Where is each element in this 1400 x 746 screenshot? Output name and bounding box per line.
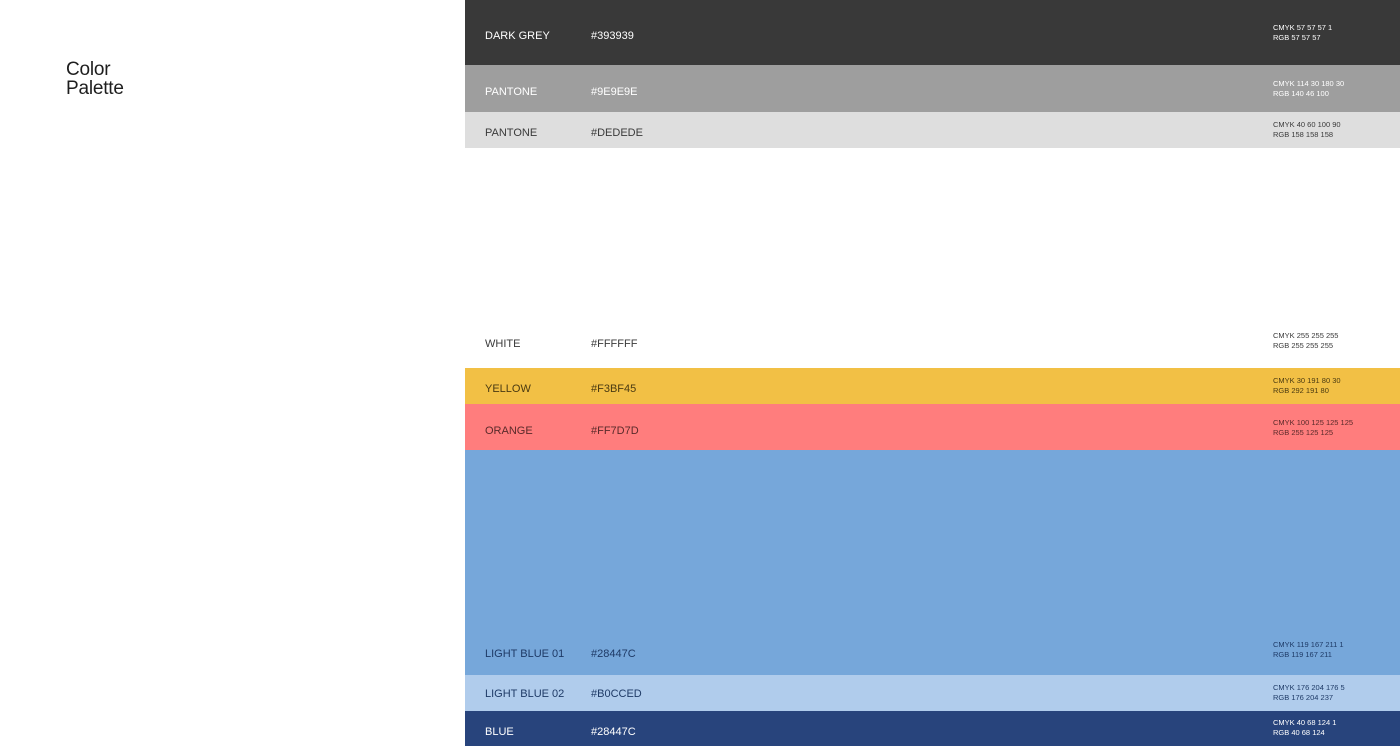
swatch-hex: #B0CCED [591, 688, 642, 700]
swatch-specs: CMYK 255 255 255 RGB 255 255 255 [1273, 331, 1338, 351]
swatch-hex: #28447C [591, 648, 636, 660]
swatch-cmyk: CMYK 100 125 125 125 [1273, 418, 1354, 427]
swatch-light-blue-01: LIGHT BLUE 01 #28447C CMYK 119 167 211 1… [465, 450, 1400, 675]
swatch-yellow: YELLOW #F3BF45 CMYK 30 191 80 30 RGB 292… [465, 368, 1400, 404]
swatch-hex: #28447C [591, 726, 636, 738]
swatch-blue: BLUE #28447C CMYK 40 68 124 1 RGB 40 68 … [465, 711, 1400, 746]
swatch-white: WHITE #FFFFFF CMYK 255 255 255 RGB 255 2… [465, 148, 1400, 368]
swatch-rgb: RGB 255 125 125 [1273, 428, 1334, 437]
swatch-rgb: RGB 176 204 237 [1273, 693, 1334, 702]
swatch-name: DARK GREY [485, 30, 550, 42]
swatch-cmyk: CMYK 119 167 211 1 [1273, 640, 1344, 649]
swatch-pantone-1: PANTONE #9E9E9E CMYK 114 30 180 30 RGB 1… [465, 65, 1400, 112]
swatch-specs: CMYK 40 60 100 90 RGB 158 158 158 [1273, 120, 1341, 140]
page: Color Palette DARK GREY #393939 CMYK 57 … [0, 0, 1400, 746]
swatch-hex: #F3BF45 [591, 383, 637, 395]
page-title: Color Palette [66, 60, 124, 98]
swatch-cmyk: CMYK 57 57 57 1 [1273, 23, 1333, 32]
swatch-hex: #DEDEDE [591, 127, 643, 139]
swatch-specs: CMYK 100 125 125 125 RGB 255 125 125 [1273, 418, 1353, 438]
swatch-hex: #FFFFFF [591, 338, 638, 350]
swatch-rgb: RGB 140 46 100 [1273, 89, 1329, 98]
swatch-hex: #393939 [591, 30, 634, 42]
page-title-line-1: Color [66, 59, 111, 80]
swatch-specs: CMYK 176 204 176 5 RGB 176 204 237 [1273, 683, 1345, 703]
swatch-rgb: RGB 57 57 57 [1273, 33, 1321, 42]
swatch-name: LIGHT BLUE 01 [485, 648, 565, 660]
swatch-cmyk: CMYK 40 60 100 90 [1273, 120, 1341, 129]
swatch-light-blue-02: LIGHT BLUE 02 #B0CCED CMYK 176 204 176 5… [465, 675, 1400, 711]
swatch-specs: CMYK 114 30 180 30 RGB 140 46 100 [1273, 79, 1344, 99]
swatch-cmyk: CMYK 176 204 176 5 [1273, 683, 1345, 692]
swatch-pantone-2: PANTONE #DEDEDE CMYK 40 60 100 90 RGB 15… [465, 112, 1400, 148]
swatch-rgb: RGB 119 167 211 [1273, 650, 1332, 659]
swatch-dark-grey: DARK GREY #393939 CMYK 57 57 57 1 RGB 57… [465, 0, 1400, 65]
swatch-name: WHITE [485, 338, 521, 350]
swatch-hex: #9E9E9E [591, 86, 638, 98]
swatch-name: PANTONE [485, 127, 538, 139]
swatch-name: ORANGE [485, 425, 533, 437]
swatch-name: PANTONE [485, 86, 538, 98]
swatch-name: LIGHT BLUE 02 [485, 688, 565, 700]
page-title-line-2: Palette [66, 78, 124, 99]
swatch-specs: CMYK 40 68 124 1 RGB 40 68 124 [1273, 718, 1336, 738]
color-palette: DARK GREY #393939 CMYK 57 57 57 1 RGB 57… [465, 0, 1400, 746]
swatch-specs: CMYK 119 167 211 1 RGB 119 167 211 [1273, 640, 1344, 660]
swatch-cmyk: CMYK 30 191 80 30 [1273, 376, 1341, 385]
swatch-rgb: RGB 292 191 80 [1273, 386, 1329, 395]
swatch-cmyk: CMYK 255 255 255 [1273, 331, 1339, 340]
swatch-hex: #FF7D7D [591, 425, 639, 437]
swatch-cmyk: CMYK 40 68 124 1 [1273, 718, 1337, 727]
swatch-name: YELLOW [485, 383, 531, 395]
swatch-specs: CMYK 57 57 57 1 RGB 57 57 57 [1273, 23, 1332, 43]
swatch-orange: ORANGE #FF7D7D CMYK 100 125 125 125 RGB … [465, 404, 1400, 450]
swatch-specs: CMYK 30 191 80 30 RGB 292 191 80 [1273, 376, 1341, 396]
swatch-rgb: RGB 40 68 124 [1273, 728, 1325, 737]
swatch-name: BLUE [485, 726, 514, 738]
swatch-rgb: RGB 158 158 158 [1273, 130, 1334, 139]
swatch-cmyk: CMYK 114 30 180 30 [1273, 79, 1345, 88]
swatch-rgb: RGB 255 255 255 [1273, 341, 1334, 350]
